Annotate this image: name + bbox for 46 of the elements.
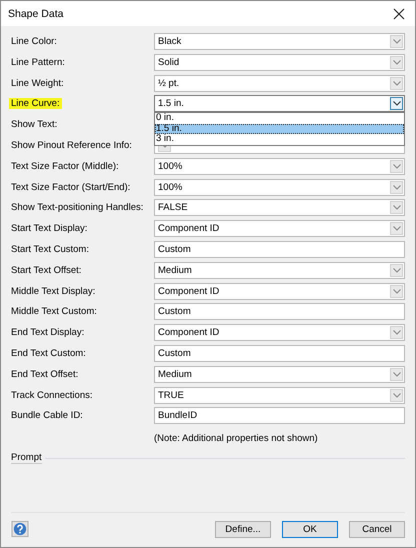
dialog-button[interactable]: OK xyxy=(282,521,338,538)
dropdown-option[interactable]: 3 in. xyxy=(155,134,404,145)
input-field[interactable]: Custom xyxy=(154,240,405,258)
field-label: Line Color: xyxy=(11,36,57,47)
dropdown-field[interactable]: 100% xyxy=(154,158,405,175)
dropdown-field[interactable]: TRUE xyxy=(154,386,405,404)
dropdown-field[interactable]: Component ID xyxy=(154,220,405,238)
dropdown-field[interactable]: ½ pt. xyxy=(154,74,405,92)
input-field[interactable]: Custom xyxy=(154,303,405,320)
field-label: Line Pattern: xyxy=(11,56,65,68)
dropdown-field[interactable]: 100% xyxy=(154,178,405,196)
dropdown-field[interactable]: Black xyxy=(154,33,405,50)
help-icon[interactable] xyxy=(11,521,29,538)
field-label: Start Text Custom: xyxy=(11,244,89,255)
dropdown-field[interactable]: 1.5 in. xyxy=(154,95,405,112)
dialog-button[interactable]: Cancel xyxy=(349,521,405,538)
close-icon[interactable] xyxy=(393,8,405,20)
dropdown-field[interactable]: Component ID xyxy=(154,324,405,342)
window-title: Shape Data xyxy=(8,8,64,20)
field-label: Middle Text Custom: xyxy=(11,306,97,318)
field-label: Start Text Display: xyxy=(11,223,88,234)
field-label: Text Size Factor (Start/End): xyxy=(11,182,130,193)
dropdown-field[interactable]: Medium xyxy=(154,262,405,279)
dropdown-field[interactable]: Component ID xyxy=(154,282,405,300)
field-label: Start Text Offset: xyxy=(11,264,82,276)
field-label: End Text Custom: xyxy=(11,348,86,359)
dropdown-field[interactable]: Solid xyxy=(154,54,405,71)
field-label: End Text Offset: xyxy=(11,368,78,380)
dropdown-field[interactable]: FALSE xyxy=(154,199,405,216)
field-label: Middle Text Display: xyxy=(11,286,96,297)
field-label: Line Weight: xyxy=(11,78,64,89)
field-label: Show Pinout Reference Info: xyxy=(11,140,132,151)
input-field[interactable]: Custom xyxy=(154,344,405,362)
field-label: Track Connections: xyxy=(11,390,92,401)
field-label: End Text Display: xyxy=(11,327,84,338)
note-text: (Note: Additional properties not shown) xyxy=(154,433,319,444)
dropdown-field[interactable]: Medium xyxy=(154,366,405,383)
field-label: Text Size Factor (Middle): xyxy=(11,160,119,172)
section-heading: Prompt xyxy=(11,452,42,464)
field-label: Line Curve: xyxy=(9,98,62,110)
field-label: Bundle Cable ID: xyxy=(11,410,83,422)
input-field[interactable]: BundleID xyxy=(154,407,405,424)
field-label: Show Text: xyxy=(11,119,58,130)
field-label: Show Text-positioning Handles: xyxy=(11,202,144,214)
dropdown-option[interactable]: 0 in. xyxy=(155,113,404,124)
dialog-button[interactable]: Define... xyxy=(215,521,271,538)
